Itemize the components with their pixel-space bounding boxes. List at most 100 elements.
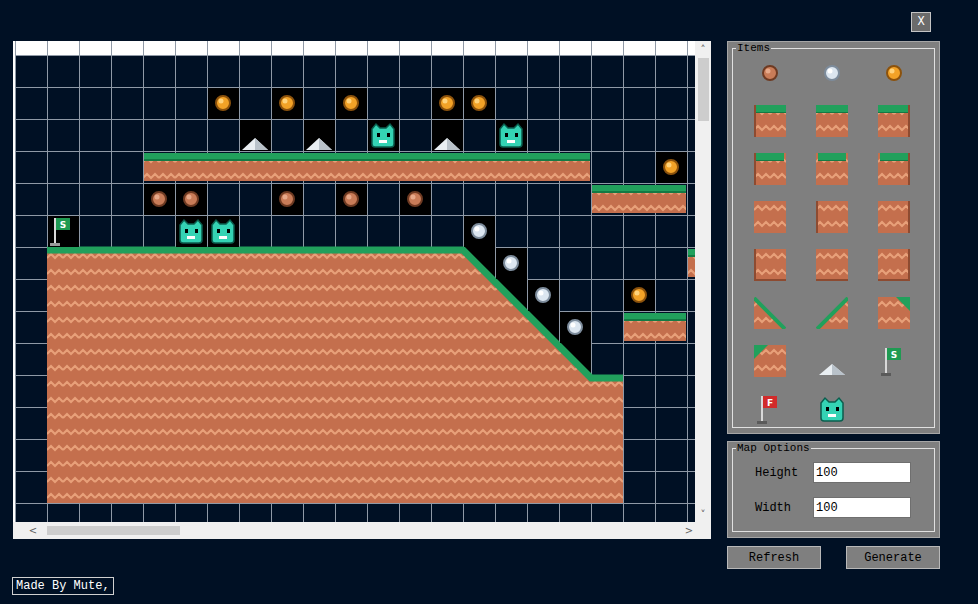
slope-down-icon [754, 297, 786, 329]
palette-item[interactable] [816, 393, 848, 425]
coin[interactable] [336, 88, 367, 119]
platform[interactable] [688, 249, 695, 277]
ground[interactable] [47, 247, 623, 503]
coin-bronze-icon [754, 57, 786, 89]
palette-item[interactable] [816, 201, 848, 233]
platform[interactable] [624, 313, 686, 341]
field-label: Height [755, 466, 813, 480]
palette-item[interactable] [878, 249, 910, 281]
coin-silver-icon [816, 57, 848, 89]
platform[interactable] [144, 153, 590, 181]
palette-item[interactable] [878, 153, 910, 185]
items-title: Items [736, 42, 771, 54]
level-editor: XS˄˅<>ItemsSFMap OptionsHeightWidthRefre… [0, 0, 978, 604]
scroll-track[interactable] [695, 57, 711, 506]
palette-item[interactable] [816, 249, 848, 281]
coin[interactable] [496, 248, 527, 279]
svg-text:S: S [60, 220, 66, 230]
top-bar: X [0, 0, 978, 32]
map-options-title: Map Options [736, 442, 811, 454]
scroll-left-button[interactable]: < [25, 522, 41, 539]
enemy[interactable] [208, 216, 239, 247]
flag-end-icon: F [754, 393, 786, 425]
palette-item[interactable] [754, 249, 786, 281]
map-options-panel: Map Options Height Width [727, 441, 940, 538]
dirt-left-icon [816, 201, 848, 233]
dirt-icon [754, 201, 786, 233]
scroll-up-button[interactable]: ˄ [695, 41, 711, 57]
coin[interactable] [656, 152, 687, 183]
grass-right-icon [878, 105, 910, 137]
horizontal-scrollbar[interactable]: <> [13, 522, 711, 539]
field-input[interactable] [813, 497, 911, 518]
palette-item[interactable] [816, 57, 848, 89]
spike[interactable] [240, 120, 271, 151]
palette-item[interactable] [754, 105, 786, 137]
grass-icon [816, 105, 848, 137]
field-input[interactable] [813, 462, 911, 483]
palette-item[interactable] [878, 297, 910, 329]
vertical-scrollbar[interactable]: ˄˅ [695, 41, 711, 522]
enemy[interactable] [496, 120, 527, 151]
map-options-group: Map Options Height Width [732, 442, 935, 532]
spike[interactable] [304, 120, 335, 151]
grass-inner-left-icon [754, 153, 786, 185]
coin[interactable] [464, 88, 495, 119]
coin[interactable] [208, 88, 239, 119]
footer-credit: Made By Mute, [12, 577, 114, 595]
palette-item[interactable] [754, 153, 786, 185]
scroll-thumb[interactable] [698, 58, 709, 121]
coin[interactable] [624, 280, 655, 311]
palette-item[interactable] [754, 345, 786, 377]
dirt-right-icon [878, 201, 910, 233]
coin[interactable] [272, 184, 303, 215]
flag-start-icon: S [878, 345, 910, 377]
items-panel: Items S F [727, 41, 940, 434]
dirt-bottom-icon [816, 249, 848, 281]
palette-item[interactable] [816, 153, 848, 185]
spike[interactable] [432, 120, 463, 151]
scroll-track[interactable] [41, 522, 681, 539]
coin[interactable] [464, 216, 495, 247]
side-panel: Items S F Map Options Height Width Refresh Gene… [727, 41, 940, 569]
coin[interactable] [176, 184, 207, 215]
palette-item[interactable]: F [754, 393, 786, 425]
spike-icon [816, 345, 848, 377]
palette-item[interactable]: S [878, 345, 910, 377]
palette-item[interactable] [878, 105, 910, 137]
coin[interactable] [528, 280, 559, 311]
palette-item[interactable] [816, 105, 848, 137]
coin[interactable] [432, 88, 463, 119]
corner-left-icon [754, 345, 786, 377]
close-button[interactable]: X [911, 12, 931, 32]
scroll-right-button[interactable]: > [681, 522, 697, 539]
palette-item[interactable] [754, 57, 786, 89]
palette-item[interactable] [754, 297, 786, 329]
map-canvas: S˄˅<> [13, 41, 711, 539]
platform[interactable] [592, 185, 686, 213]
enemy[interactable] [176, 216, 207, 247]
start-flag[interactable]: S [48, 216, 79, 247]
coin[interactable] [336, 184, 367, 215]
coin[interactable] [560, 312, 591, 343]
coin[interactable] [400, 184, 431, 215]
scroll-thumb[interactable] [47, 526, 180, 535]
enemy-icon [816, 393, 848, 425]
coin[interactable] [272, 88, 303, 119]
level-map[interactable]: S [15, 41, 695, 522]
palette-item[interactable] [878, 201, 910, 233]
scroll-down-button[interactable]: ˅ [695, 506, 711, 522]
palette-item[interactable] [816, 297, 848, 329]
enemy[interactable] [368, 120, 399, 151]
action-button[interactable]: Refresh [727, 546, 821, 569]
field-label: Width [755, 501, 813, 515]
palette-item[interactable] [816, 345, 848, 377]
dirt-bottom-left-icon [754, 249, 786, 281]
button-row: Refresh Generate [727, 546, 940, 569]
coin[interactable] [144, 184, 175, 215]
svg-text:F: F [767, 398, 773, 408]
dirt-bottom-right-icon [878, 249, 910, 281]
action-button[interactable]: Generate [846, 546, 940, 569]
palette-item[interactable] [754, 201, 786, 233]
palette-item[interactable] [878, 57, 910, 89]
